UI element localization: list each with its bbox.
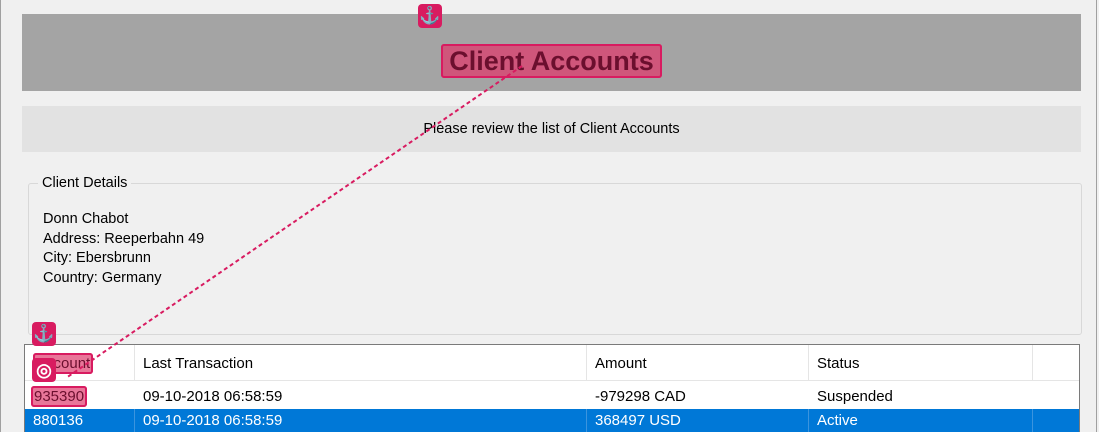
drag-connector-line xyxy=(65,65,523,379)
anchor-icon: ⚓ xyxy=(32,322,56,346)
target-icon: ◎ xyxy=(32,358,56,382)
anchor-icon: ⚓ xyxy=(418,4,442,28)
drag-connector-overlay xyxy=(65,65,523,379)
